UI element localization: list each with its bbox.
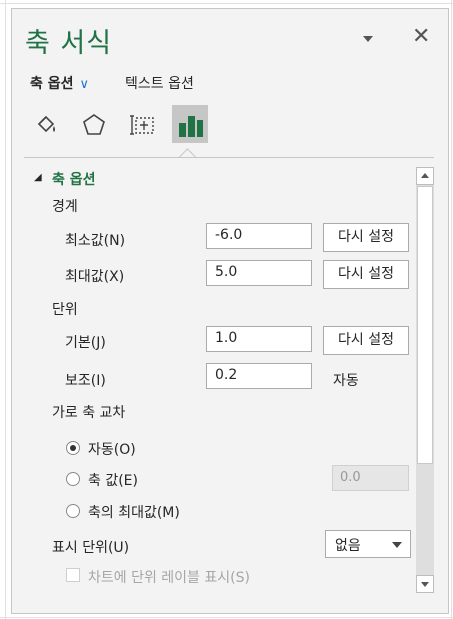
fill-line-icon[interactable]	[27, 105, 63, 143]
major-input[interactable]: 1.0	[206, 326, 312, 352]
tab-text-options[interactable]: 텍스트 옵션	[125, 73, 194, 93]
tab-axis-options-label: 축 옵션	[30, 76, 74, 92]
format-axis-pane: 축 서식 ✕ 축 옵션 ∨ 텍스트 옵션 ◢ 축 옵션 경계 최소값(N) -6…	[11, 8, 449, 614]
scroll-up-arrow-icon[interactable]	[416, 167, 434, 185]
display-units-select[interactable]: 없음	[325, 530, 411, 558]
bounds-heading: 경계	[52, 199, 78, 215]
display-units-value: 없음	[335, 538, 361, 554]
tab-axis-options[interactable]: 축 옵션 ∨	[30, 73, 89, 93]
axis-options-icon[interactable]	[172, 105, 208, 143]
minor-label: 보조(I)	[65, 373, 106, 389]
grid-line	[0, 3, 453, 4]
grid-line	[5, 0, 6, 619]
effects-icon[interactable]	[75, 105, 111, 143]
scroll-down-arrow-icon[interactable]	[416, 575, 434, 593]
grid-line	[0, 617, 453, 618]
minimum-reset-button[interactable]: 다시 설정	[323, 223, 409, 252]
show-units-label-checkbox[interactable]	[66, 568, 80, 582]
section-axis-options[interactable]: 축 옵션	[52, 169, 96, 189]
display-units-label: 표시 단위(U)	[52, 540, 130, 556]
crosses-auto-label[interactable]: 자동(O)	[88, 439, 136, 459]
chevron-down-icon[interactable]: ∨	[80, 77, 90, 92]
maximum-reset-button[interactable]: 다시 설정	[323, 260, 409, 289]
maximum-input[interactable]: 5.0	[206, 260, 312, 286]
collapse-triangle-icon[interactable]: ◢	[34, 172, 42, 183]
minor-auto-status: 자동	[333, 373, 359, 389]
divider	[24, 157, 434, 158]
minimum-input[interactable]: -6.0	[206, 223, 312, 249]
dropdown-arrow-icon	[392, 542, 402, 548]
units-heading: 단위	[52, 302, 78, 318]
crosses-axis-value-radio[interactable]	[66, 472, 80, 486]
crosses-heading: 가로 축 교차	[52, 405, 126, 421]
crosses-axis-value-input: 0.0	[332, 465, 409, 491]
major-label: 기본(J)	[65, 335, 106, 351]
major-reset-button[interactable]: 다시 설정	[323, 326, 409, 355]
crosses-max-label[interactable]: 축의 최대값(M)	[88, 502, 180, 522]
close-icon[interactable]: ✕	[412, 25, 430, 49]
crosses-max-radio[interactable]	[66, 504, 80, 518]
crosses-axis-value-label[interactable]: 축 값(E)	[88, 470, 138, 490]
maximum-label: 최대값(X)	[65, 269, 125, 285]
minimum-label: 최소값(N)	[65, 233, 126, 249]
pane-title: 축 서식	[25, 28, 113, 59]
crosses-auto-radio[interactable]	[66, 441, 80, 455]
show-units-label-text: 차트에 단위 레이블 표시(S)	[88, 570, 250, 586]
minor-input[interactable]: 0.2	[206, 363, 312, 389]
pane-options-button[interactable]	[360, 31, 376, 47]
grid-line	[451, 0, 452, 619]
size-properties-icon[interactable]	[124, 105, 160, 143]
scrollbar-thumb[interactable]	[417, 186, 433, 464]
